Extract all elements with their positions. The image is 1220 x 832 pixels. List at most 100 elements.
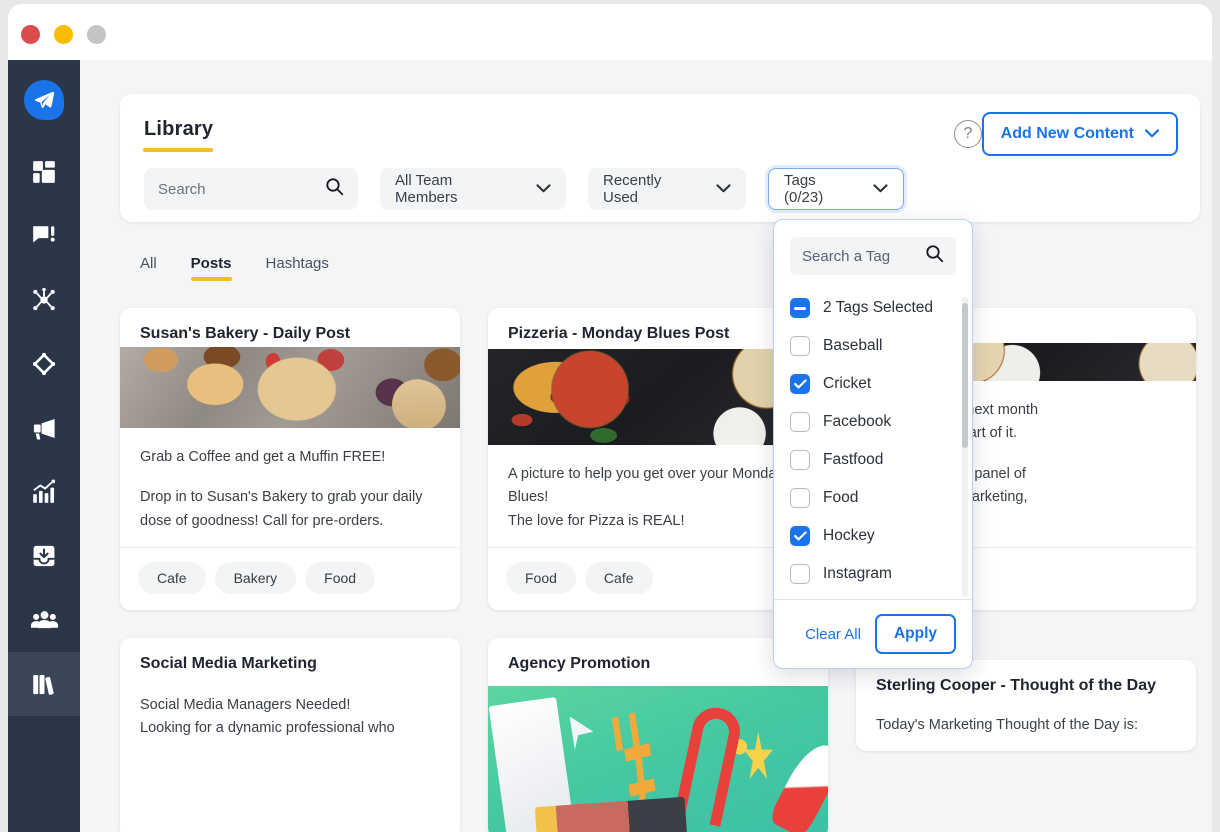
card-tag[interactable]: Bakery	[214, 562, 297, 594]
card-image-agency-illustration	[488, 686, 828, 832]
megaphone-icon	[31, 415, 58, 442]
card-tag[interactable]: Food	[506, 562, 576, 594]
tags-dropdown-panel: Search a Tag 2 Tags Selected Baseball Cr…	[773, 219, 973, 669]
card-title: Social Media Marketing	[140, 655, 317, 672]
rocket-shape-icon	[767, 736, 828, 832]
sidebar-item-library[interactable]	[8, 652, 80, 716]
inbox-download-icon	[31, 543, 57, 569]
tag-option-label: Food	[823, 489, 859, 506]
tag-option-label: Facebook	[823, 413, 892, 430]
tag-search-placeholder: Search a Tag	[802, 247, 891, 265]
sidebar-item-target[interactable]	[8, 332, 80, 396]
clear-all-button[interactable]: Clear All	[805, 626, 861, 643]
chevron-down-icon	[1144, 125, 1160, 143]
tag-option-list[interactable]: 2 Tags Selected Baseball Cricket Faceboo…	[774, 283, 972, 599]
tag-list-scrollbar-thumb[interactable]	[962, 303, 968, 448]
tab-posts[interactable]: Posts	[190, 255, 232, 281]
tag-option-food[interactable]: Food	[774, 479, 972, 517]
question-mark-icon[interactable]: ?	[954, 120, 982, 148]
content-card[interactable]: Social Media Marketing Social Media Mana…	[120, 638, 460, 832]
search-placeholder: Search	[158, 180, 206, 198]
app-window: Library ? Add New Content Search All Tea…	[8, 4, 1212, 832]
window-titlebar	[8, 4, 1212, 60]
sidebar-item-analytics[interactable]	[8, 460, 80, 524]
tag-option-label: Baseball	[823, 337, 883, 354]
checkbox-unchecked-icon[interactable]	[790, 412, 810, 432]
team-members-dropdown[interactable]: All Team Members	[380, 168, 566, 210]
tab-all[interactable]: All	[140, 255, 157, 281]
card-body-line: Today's Marketing Thought of the Day is:	[876, 717, 1139, 733]
tag-option-baseball[interactable]: Baseball	[774, 327, 972, 365]
bar-chart-growth-icon	[31, 479, 57, 505]
sidebar-item-team[interactable]	[8, 588, 80, 652]
books-library-icon	[31, 671, 58, 698]
add-new-content-button[interactable]: Add New Content	[981, 112, 1178, 156]
checkbox-unchecked-icon[interactable]	[790, 450, 810, 470]
checkbox-checked-icon[interactable]	[790, 374, 810, 394]
add-new-content-label: Add New Content	[1000, 125, 1134, 142]
search-icon	[925, 244, 944, 268]
tag-search-input[interactable]: Search a Tag	[790, 237, 956, 275]
maximize-window-button[interactable]	[87, 25, 106, 44]
tag-option-cricket[interactable]: Cricket	[774, 365, 972, 403]
content-card[interactable]: Susan's Bakery - Daily Post Grab a Coffe…	[120, 308, 460, 610]
checkbox-indeterminate-icon[interactable]	[790, 298, 810, 318]
checkbox-unchecked-icon[interactable]	[790, 488, 810, 508]
tag-option-facebook[interactable]: Facebook	[774, 403, 972, 441]
tag-option-instagram[interactable]: Instagram	[774, 555, 972, 593]
library-header-card: Library ? Add New Content Search All Tea…	[120, 94, 1200, 222]
main-content: Library ? Add New Content Search All Tea…	[80, 60, 1212, 832]
sidebar-item-network[interactable]	[8, 268, 80, 332]
network-nodes-icon	[31, 287, 57, 313]
checkbox-unchecked-icon[interactable]	[790, 564, 810, 584]
card-tag[interactable]: Cafe	[584, 562, 653, 594]
sidebar-item-logo[interactable]	[8, 60, 80, 140]
hashtag-shape-icon	[601, 708, 675, 807]
comment-engage-icon	[31, 223, 57, 249]
paper-plane-logo-icon	[24, 80, 64, 120]
tag-option-hockey[interactable]: Hockey	[774, 517, 972, 555]
card-body-line: A picture to help you get over your Mond…	[508, 465, 784, 529]
tags-dropdown-toggle[interactable]: Tags (0/23)	[768, 168, 904, 210]
team-members-label: All Team Members	[395, 172, 458, 206]
sidebar-item-campaigns[interactable]	[8, 396, 80, 460]
minimize-window-button[interactable]	[54, 25, 73, 44]
checkbox-checked-icon[interactable]	[790, 526, 810, 546]
card-image-bakery-breads-photo	[120, 347, 460, 428]
chevron-down-icon	[536, 180, 551, 198]
card-tag[interactable]: Cafe	[138, 562, 206, 594]
filter-bar: Search All Team Members Recently Used Ta…	[144, 168, 904, 210]
sidebar-item-engage[interactable]	[8, 204, 80, 268]
close-window-button[interactable]	[21, 25, 40, 44]
paper-plane-shape-icon	[569, 716, 594, 750]
team-people-icon	[30, 607, 58, 634]
page-title-underline	[143, 148, 213, 152]
content-type-tabs: All Posts Hashtags	[140, 255, 329, 281]
tag-option-label: Cricket	[823, 375, 872, 392]
sidebar-item-dashboard[interactable]	[8, 140, 80, 204]
apply-button[interactable]: Apply	[874, 614, 956, 654]
content-card[interactable]: Sterling Cooper - Thought of the Day Tod…	[856, 660, 1196, 752]
page-title: Library	[144, 118, 214, 140]
tag-option-fastfood[interactable]: Fastfood	[774, 441, 972, 479]
chevron-down-icon	[873, 180, 888, 198]
tag-option-select-all[interactable]: 2 Tags Selected	[774, 289, 972, 327]
traffic-lights	[21, 25, 106, 44]
dashboard-grid-icon	[31, 159, 57, 185]
tag-option-label: Instagram	[823, 565, 892, 582]
card-body: Grab a Coffee and get a Muffin FREE! Dro…	[120, 428, 460, 547]
card-body-line: Drop in to Susan's Bakery to grab your d…	[140, 489, 423, 529]
card-tag[interactable]: Food	[305, 562, 376, 594]
sidebar-nav	[8, 60, 80, 832]
checkbox-unchecked-icon[interactable]	[790, 336, 810, 356]
tag-panel-footer: Clear All Apply	[774, 599, 972, 668]
tab-hashtags[interactable]: Hashtags	[266, 255, 329, 281]
content-card-grid: Susan's Bakery - Daily Post Grab a Coffe…	[120, 308, 1200, 832]
card-body: Social Media Managers Needed! Looking fo…	[120, 686, 460, 832]
sidebar-item-inbox[interactable]	[8, 524, 80, 588]
search-input[interactable]: Search	[144, 168, 358, 210]
card-body: Today's Marketing Thought of the Day is:	[856, 708, 1196, 751]
card-title: Susan's Bakery - Daily Post	[140, 325, 351, 342]
sort-dropdown[interactable]: Recently Used	[588, 168, 746, 210]
card-body-line: Grab a Coffee and get a Muffin FREE!	[140, 448, 386, 465]
